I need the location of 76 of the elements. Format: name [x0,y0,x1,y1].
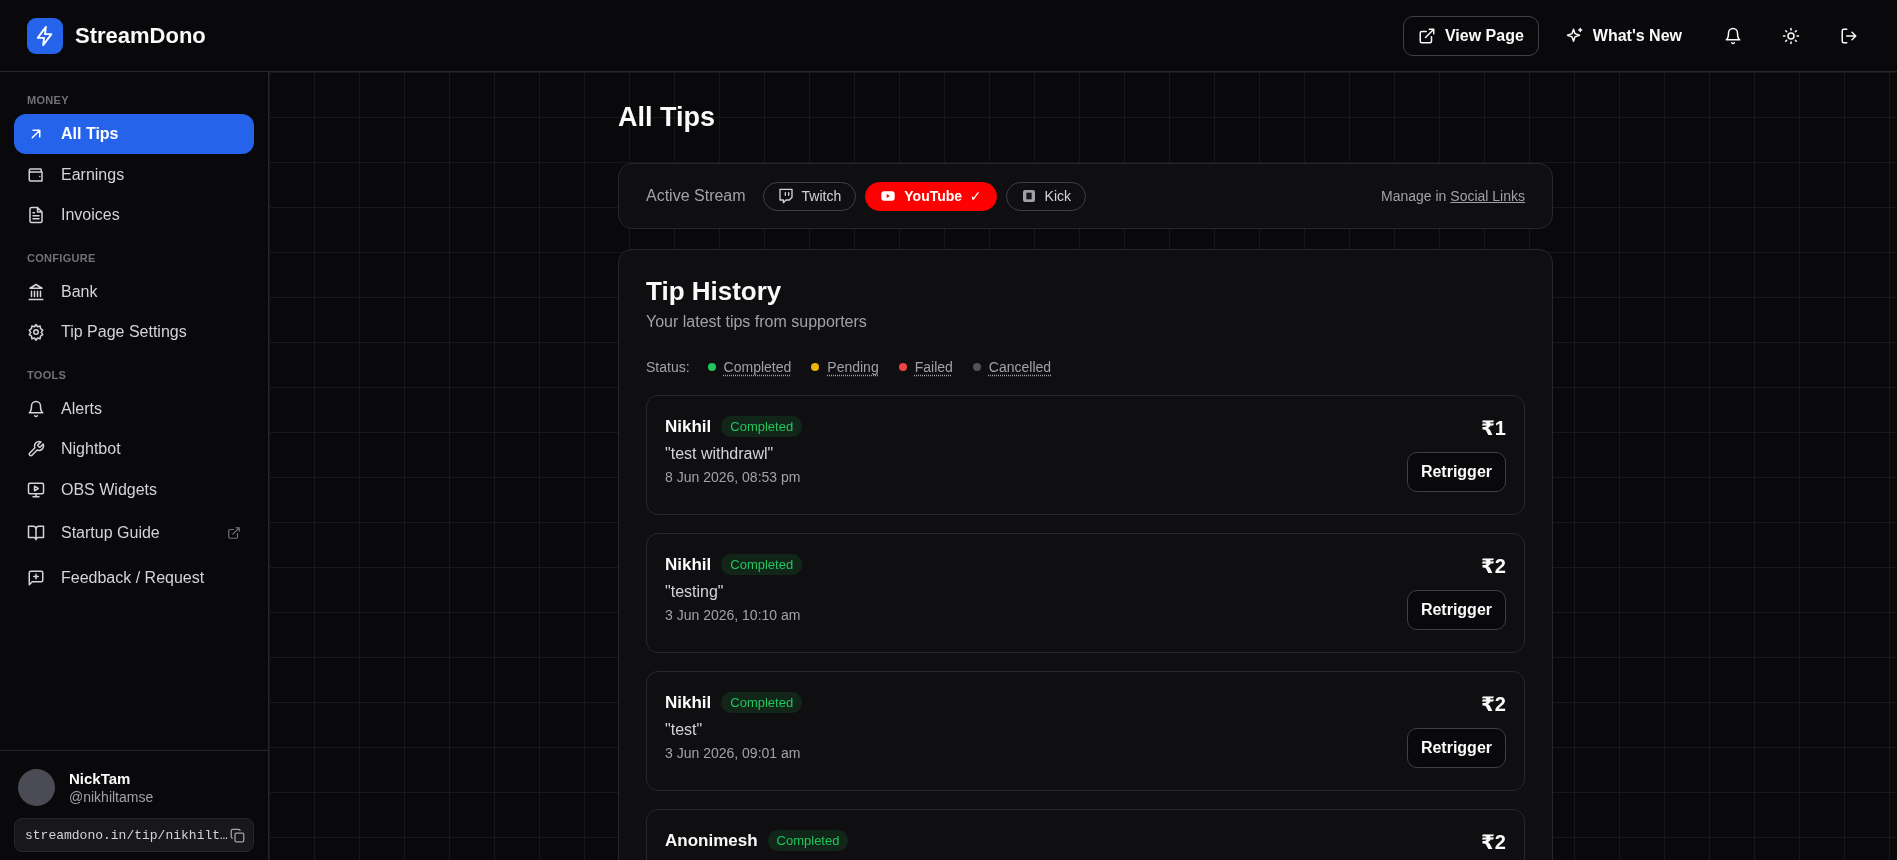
sidebar-item[interactable]: Bank [14,271,254,312]
settings-icon [27,323,45,341]
status-legend-label: Pending [827,359,879,375]
retrigger-button[interactable]: Retrigger [1406,728,1506,768]
tip-amount: ₹1 [1480,416,1506,440]
lightning-logo-icon [27,17,63,54]
play-icon [880,188,897,204]
tip-amount: ₹2 [1480,554,1506,578]
sidebar-item[interactable]: Tip Page Settings [14,312,254,352]
book-icon [27,523,45,542]
tip-date: 3 Jun 2026, 10:10 am [665,607,802,623]
sidebar-item[interactable]: Alerts [14,388,254,429]
tipper-name: Nikhil [665,416,712,437]
whats-new-button[interactable]: What's New [1550,15,1697,56]
status-badge: Completed [721,692,803,713]
tip-date: 8 Jun 2026, 08:53 pm [665,469,802,485]
sidebar-item[interactable]: OBS Widgets [14,469,254,510]
bell-icon [1724,26,1742,45]
section-heading: TOOLS [26,368,68,381]
platform-chip[interactable]: YouTube ✓ [865,181,997,211]
sidebar-item[interactable]: All Tips [14,114,254,154]
sun-icon [1782,26,1800,45]
external-link-icon [227,525,241,540]
manage-hint: Manage in Social Links [1381,188,1525,204]
twitch-icon [777,188,794,204]
bell-icon [27,399,45,418]
status-legend-label: Failed [914,359,953,375]
section-title: Tip History [646,276,783,307]
status-badge: Completed [721,554,803,575]
avatar [18,769,55,806]
sidebar-item[interactable]: Feedback / Request [14,555,254,601]
external-link-icon [1418,26,1436,45]
monitor-play-icon [27,480,45,499]
status-legend-label: Cancelled [988,359,1052,375]
section-subtitle: Your latest tips from supporters [646,313,868,331]
tip-message: "testing" [665,583,725,601]
page-title: All Tips [618,102,717,133]
message-plus-icon [27,569,45,587]
user-name: NickTam [69,770,132,787]
sidebar-item[interactable]: Invoices [14,195,254,235]
user-handle: @nikhiltamse [69,789,154,805]
platform-chip[interactable]: Twitch [762,181,857,211]
tip-amount: ₹2 [1480,830,1506,854]
tip-date: 3 Jun 2026, 09:01 am [665,745,802,761]
status-badge: Completed [767,830,849,851]
sidebar-item[interactable]: Nightbot [14,429,254,469]
status-badge: Completed [721,416,803,437]
status-legend-label: Completed [723,359,792,375]
wrench-icon [27,440,45,458]
tip-message: "test" [665,721,704,739]
bank-icon [27,282,45,301]
square-icon [1020,188,1037,204]
tipper-name: Nikhil [665,554,712,575]
sparkle-icon [1565,26,1584,45]
view-page-button[interactable]: View Page [1403,15,1539,56]
tip-amount: ₹2 [1480,692,1506,716]
copy-icon [230,827,245,843]
sidebar-item[interactable]: Startup Guide [14,510,254,555]
tip-message: "test withdrawl" [665,445,775,463]
brand-name: StreamDono [75,22,206,49]
document-icon [27,206,45,224]
retrigger-button[interactable]: Retrigger [1406,452,1506,492]
tipper-name: Anonimesh [665,830,758,851]
logout-icon [1840,26,1858,45]
platform-chip[interactable]: Kick [1005,181,1087,211]
tipper-name: Nikhil [665,692,712,713]
copy-button[interactable] [230,827,245,843]
tip-link-field[interactable]: streamdono.in/tip/nikhilt… [14,818,254,852]
sidebar-item[interactable]: Earnings [14,154,254,195]
status-label: Status: [646,359,690,375]
active-stream-label: Active Stream [646,187,746,205]
wallet-icon [27,165,45,184]
section-heading: CONFIGURE [26,251,97,264]
retrigger-button[interactable]: Retrigger [1406,590,1506,630]
section-heading: MONEY [26,94,70,106]
social-links-link[interactable]: Social Links [1450,188,1525,204]
